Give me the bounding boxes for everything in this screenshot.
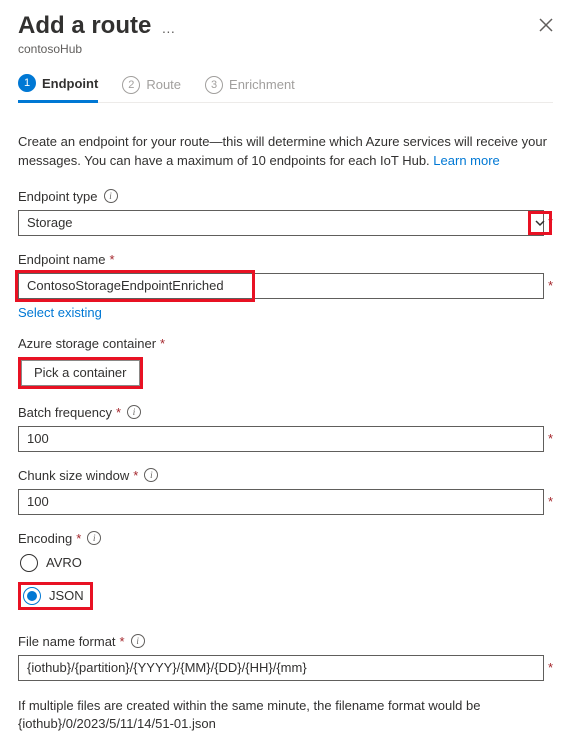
close-icon: [539, 18, 553, 32]
batch-frequency-label: Batch frequency: [18, 405, 112, 420]
close-button[interactable]: [539, 18, 553, 35]
radio-icon: [23, 587, 41, 605]
info-icon[interactable]: i: [131, 634, 145, 648]
required-indicator: *: [120, 634, 125, 649]
step-label: Route: [146, 77, 181, 92]
info-icon[interactable]: i: [127, 405, 141, 419]
step-number-icon: 1: [18, 74, 36, 92]
radio-icon: [20, 554, 38, 572]
required-indicator: *: [548, 431, 553, 446]
endpoint-type-chevron[interactable]: [528, 211, 552, 235]
chevron-down-icon: [534, 217, 546, 229]
filename-format-input[interactable]: [18, 655, 544, 681]
info-icon[interactable]: i: [104, 189, 118, 203]
pick-container-button[interactable]: Pick a container: [21, 360, 140, 386]
required-indicator: *: [76, 531, 81, 546]
highlight-annotation: Pick a container: [18, 357, 143, 389]
step-label: Enrichment: [229, 77, 295, 92]
endpoint-name-input[interactable]: [18, 273, 544, 299]
endpoint-type-value: Storage: [27, 215, 73, 230]
filename-footnote: If multiple files are created within the…: [18, 697, 553, 733]
required-indicator: *: [548, 494, 553, 509]
required-indicator: *: [160, 336, 165, 351]
info-icon[interactable]: i: [144, 468, 158, 482]
select-existing-link[interactable]: Select existing: [18, 305, 102, 320]
storage-container-label: Azure storage container: [18, 336, 156, 351]
encoding-json-label: JSON: [49, 588, 84, 603]
wizard-steps: 1 Endpoint 2 Route 3 Enrichment: [18, 74, 553, 103]
required-indicator: *: [109, 252, 114, 267]
encoding-json-radio[interactable]: JSON: [18, 582, 93, 610]
batch-frequency-input[interactable]: [18, 426, 544, 452]
step-endpoint[interactable]: 1 Endpoint: [18, 74, 98, 103]
subtitle: contosoHub: [18, 42, 553, 56]
required-indicator: *: [548, 660, 553, 675]
more-actions-icon[interactable]: …: [161, 16, 176, 36]
endpoint-type-label: Endpoint type: [18, 189, 98, 204]
required-indicator: *: [133, 468, 138, 483]
chunk-size-input[interactable]: [18, 489, 544, 515]
filename-format-label: File name format: [18, 634, 116, 649]
endpoint-type-select[interactable]: Storage: [18, 210, 544, 236]
intro-text: Create an endpoint for your route—this w…: [18, 133, 553, 171]
step-label: Endpoint: [42, 76, 98, 91]
step-route[interactable]: 2 Route: [122, 74, 181, 103]
required-indicator: *: [548, 278, 553, 293]
encoding-avro-label: AVRO: [46, 555, 82, 570]
step-enrichment[interactable]: 3 Enrichment: [205, 74, 295, 103]
step-number-icon: 2: [122, 76, 140, 94]
page-title: Add a route: [18, 12, 151, 40]
chunk-size-label: Chunk size window: [18, 468, 129, 483]
info-icon[interactable]: i: [87, 531, 101, 545]
encoding-label: Encoding: [18, 531, 72, 546]
required-indicator: *: [116, 405, 121, 420]
learn-more-link[interactable]: Learn more: [433, 153, 499, 168]
encoding-avro-radio[interactable]: AVRO: [18, 552, 88, 574]
endpoint-name-label: Endpoint name: [18, 252, 105, 267]
step-number-icon: 3: [205, 76, 223, 94]
